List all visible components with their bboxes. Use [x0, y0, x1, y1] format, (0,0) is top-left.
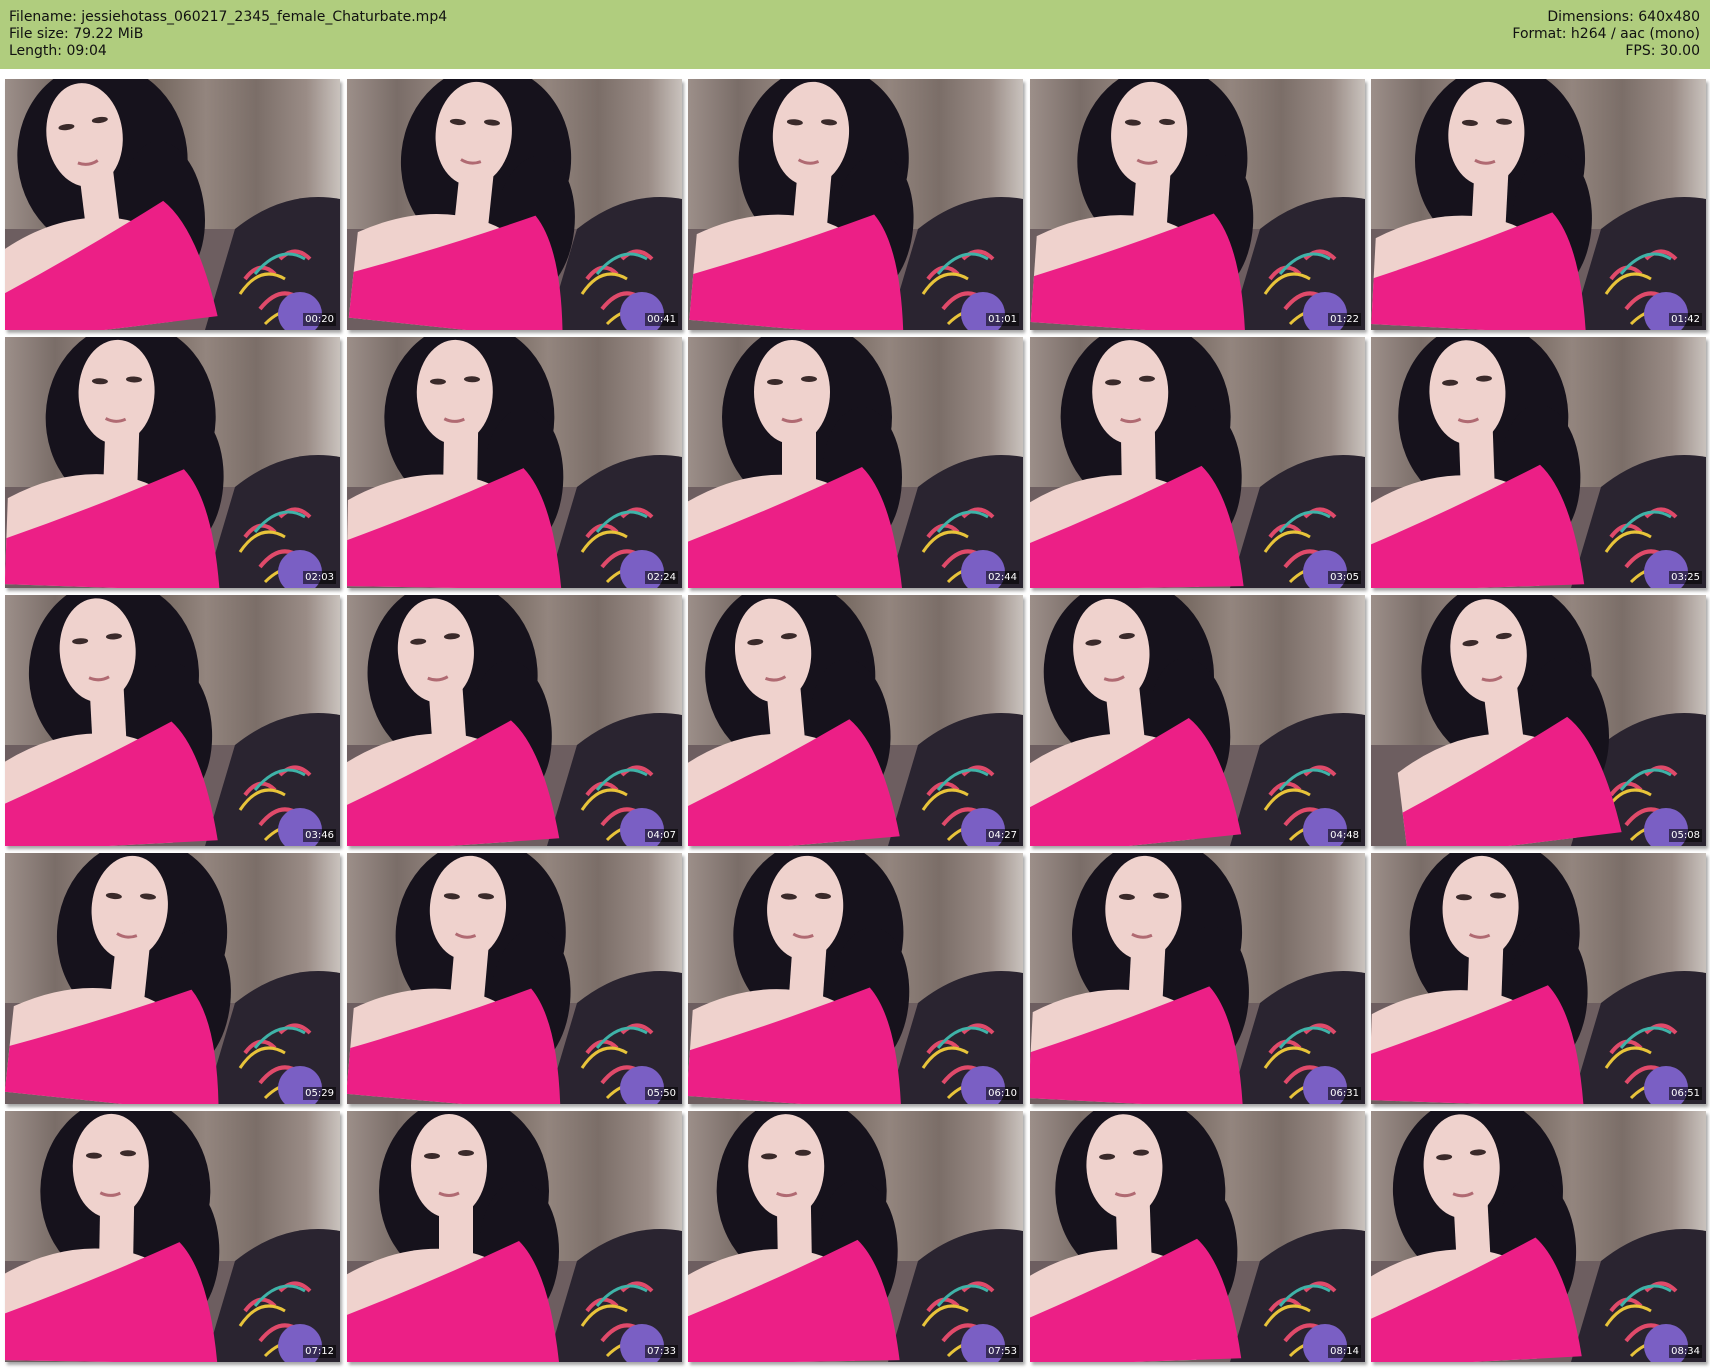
metadata-header: Filename: jessiehotass_060217_2345_femal… [0, 0, 1710, 69]
video-thumbnail[interactable]: 08:14 [1030, 1111, 1365, 1362]
timestamp-label: 04:27 [986, 829, 1019, 842]
timestamp-label: 06:51 [1669, 1087, 1702, 1100]
video-thumbnail[interactable]: 04:48 [1030, 595, 1365, 846]
video-thumbnail[interactable]: 01:22 [1030, 79, 1365, 330]
frame-image [1371, 595, 1706, 846]
video-thumbnail[interactable]: 06:10 [688, 853, 1023, 1104]
timestamp-label: 03:25 [1669, 571, 1702, 584]
video-thumbnail[interactable]: 07:53 [688, 1111, 1023, 1362]
timestamp-label: 01:22 [1328, 313, 1361, 326]
video-thumbnail[interactable]: 01:42 [1371, 79, 1706, 330]
frame-image [1371, 1111, 1706, 1362]
timestamp-label: 07:33 [645, 1345, 678, 1358]
frame-image [5, 853, 340, 1104]
frame-image [347, 853, 682, 1104]
timestamp-label: 05:08 [1669, 829, 1702, 842]
timestamp-label: 05:50 [645, 1087, 678, 1100]
timestamp-label: 05:29 [303, 1087, 336, 1100]
timestamp-label: 08:14 [1328, 1345, 1361, 1358]
frame-image [688, 1111, 1023, 1362]
timestamp-label: 07:53 [986, 1345, 1019, 1358]
frame-image [1030, 337, 1365, 588]
frame-image [1030, 853, 1365, 1104]
filesize-text: File size: 79.22 MiB [9, 26, 144, 42]
timestamp-label: 06:10 [986, 1087, 1019, 1100]
frame-image [5, 1111, 340, 1362]
file-info: Filename: jessiehotass_060217_2345_femal… [9, 9, 447, 60]
timestamp-label: 01:01 [986, 313, 1019, 326]
timestamp-label: 03:05 [1328, 571, 1361, 584]
frame-image [1030, 1111, 1365, 1362]
timestamp-label: 02:44 [986, 571, 1019, 584]
frame-image [1030, 595, 1365, 846]
video-thumbnail[interactable]: 05:50 [347, 853, 682, 1104]
frame-image [1371, 79, 1706, 330]
frame-image [1030, 79, 1365, 330]
video-thumbnail[interactable]: 02:24 [347, 337, 682, 588]
video-thumbnail[interactable]: 00:20 [5, 79, 340, 330]
timestamp-label: 07:12 [303, 1345, 336, 1358]
video-thumbnail[interactable]: 03:46 [5, 595, 340, 846]
frame-image [347, 337, 682, 588]
frame-image [347, 595, 682, 846]
video-thumbnail[interactable]: 03:05 [1030, 337, 1365, 588]
timestamp-label: 04:07 [645, 829, 678, 842]
video-thumbnail[interactable]: 05:29 [5, 853, 340, 1104]
frame-image [688, 337, 1023, 588]
video-thumbnail[interactable]: 06:31 [1030, 853, 1365, 1104]
video-thumbnail[interactable]: 07:12 [5, 1111, 340, 1362]
frame-image [688, 595, 1023, 846]
format-text: Format: h264 / aac (mono) [1512, 26, 1700, 42]
video-thumbnail[interactable]: 01:01 [688, 79, 1023, 330]
timestamp-label: 00:20 [303, 313, 336, 326]
video-thumbnail[interactable]: 04:07 [347, 595, 682, 846]
video-thumbnail[interactable]: 07:33 [347, 1111, 682, 1362]
video-thumbnail[interactable]: 04:27 [688, 595, 1023, 846]
dimensions-text: Dimensions: 640x480 [1547, 9, 1700, 25]
frame-image [5, 79, 340, 330]
frame-image [688, 853, 1023, 1104]
video-thumbnail[interactable]: 08:34 [1371, 1111, 1706, 1362]
frame-image [688, 79, 1023, 330]
timestamp-label: 08:34 [1669, 1345, 1702, 1358]
timestamp-label: 01:42 [1669, 313, 1702, 326]
fps-text: FPS: 30.00 [1625, 43, 1700, 59]
thumbnail-grid: 00:20 00:41 01:01 01:22 01:42 02:03 02:24 02:44… [0, 79, 1710, 1365]
frame-image [5, 337, 340, 588]
timestamp-label: 03:46 [303, 829, 336, 842]
video-thumbnail[interactable]: 02:44 [688, 337, 1023, 588]
timestamp-label: 04:48 [1328, 829, 1361, 842]
timestamp-label: 02:24 [645, 571, 678, 584]
video-thumbnail[interactable]: 00:41 [347, 79, 682, 330]
frame-image [347, 79, 682, 330]
timestamp-label: 00:41 [645, 313, 678, 326]
frame-image [347, 1111, 682, 1362]
video-thumbnail[interactable]: 05:08 [1371, 595, 1706, 846]
video-thumbnail[interactable]: 02:03 [5, 337, 340, 588]
timestamp-label: 02:03 [303, 571, 336, 584]
length-text: Length: 09:04 [9, 43, 107, 59]
timestamp-label: 06:31 [1328, 1087, 1361, 1100]
video-thumbnail[interactable]: 03:25 [1371, 337, 1706, 588]
filename-text: Filename: jessiehotass_060217_2345_femal… [9, 9, 448, 25]
frame-image [1371, 853, 1706, 1104]
frame-image [5, 595, 340, 846]
stream-info: Dimensions: 640x480 Format: h264 / aac (… [1512, 9, 1700, 60]
frame-image [1371, 337, 1706, 588]
video-thumbnail[interactable]: 06:51 [1371, 853, 1706, 1104]
